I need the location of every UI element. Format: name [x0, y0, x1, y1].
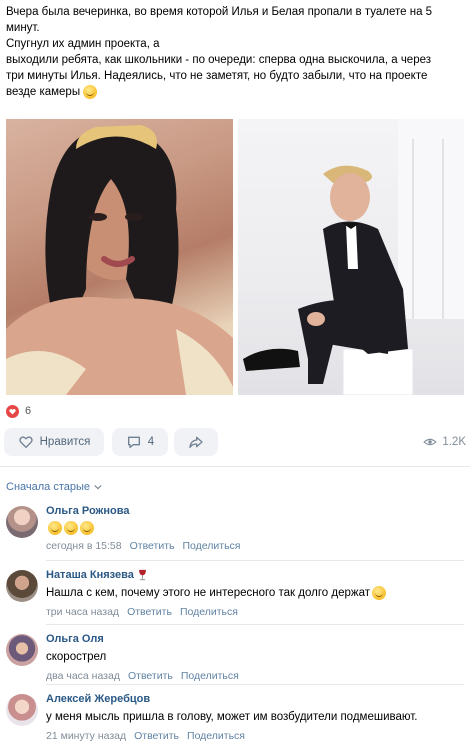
wine-glass-icon	[138, 569, 146, 581]
photo-woman[interactable]	[6, 119, 233, 395]
reply-link[interactable]: Ответить	[134, 729, 179, 743]
share-link[interactable]: Поделиться	[183, 539, 241, 553]
post-line-last: везде камеры	[6, 84, 466, 100]
comment-meta: два часа назад Ответить Поделиться	[46, 669, 466, 683]
comment-time[interactable]: 21 минуту назад	[46, 729, 126, 743]
comment-author[interactable]: Ольга Оля	[46, 632, 466, 646]
heart-icon	[6, 404, 19, 418]
comment-button[interactable]: 4	[112, 428, 168, 456]
smiling-face-emoji	[83, 84, 98, 99]
emoji	[80, 521, 94, 535]
comment-body: Наташа Князева Нашла с кем, почему этого…	[46, 568, 466, 619]
comment-meta: 21 минуту назад Ответить Поделиться	[46, 729, 466, 743]
comment-icon	[127, 436, 140, 448]
eye-icon	[423, 438, 438, 446]
avatar[interactable]	[6, 634, 38, 666]
comment-body: Ольга Рожнова сегодня в 15:58 Ответить П…	[46, 504, 466, 553]
comment-time[interactable]: два часа назад	[46, 669, 120, 683]
post-line: минут.	[6, 22, 40, 34]
heart-outline-icon	[18, 436, 33, 449]
comment-time[interactable]: сегодня в 15:58	[46, 539, 122, 553]
avatar[interactable]	[6, 694, 38, 726]
emoji	[64, 521, 78, 535]
comment-author[interactable]: Алексей Жеребцов	[46, 692, 466, 706]
post-actions: Нравится 4 1.2K	[4, 428, 466, 456]
like-label: Нравится	[39, 436, 91, 448]
reactions-count: 6	[25, 405, 32, 417]
emoji	[48, 521, 62, 535]
comment-text: скорострел	[46, 651, 107, 663]
share-button[interactable]	[174, 428, 218, 456]
comment-text	[46, 521, 466, 535]
post-line: Спугнул их админ проекта, а	[6, 38, 160, 50]
comment-text: Нашла с кем, почему этого не интересного…	[46, 585, 466, 601]
post-photos	[6, 119, 464, 395]
share-link[interactable]: Поделиться	[187, 729, 245, 743]
comments-sort[interactable]: Сначала старые	[6, 481, 102, 493]
avatar[interactable]	[6, 506, 38, 538]
post-line: три минуты Илья. Надеялись, что не замет…	[6, 70, 428, 82]
thinking-face-emoji	[371, 586, 386, 600]
chevron-down-icon	[94, 484, 102, 490]
comment-count: 4	[147, 436, 155, 448]
photo-woman-illustration	[6, 125, 233, 395]
views-count: 1.2K	[442, 436, 466, 448]
comment-meta: три часа назад Ответить Поделиться	[46, 605, 466, 619]
comment-time[interactable]: три часа назад	[46, 605, 119, 619]
divider	[0, 466, 470, 467]
comment-divider	[46, 684, 464, 685]
share-link[interactable]: Поделиться	[181, 669, 239, 683]
comment-divider	[46, 560, 464, 561]
reply-link[interactable]: Ответить	[127, 605, 172, 619]
post-line: Вчера была вечеринка, во время которой И…	[6, 6, 433, 18]
comment-meta: сегодня в 15:58 Ответить Поделиться	[46, 539, 466, 553]
comment-text: у меня мысль пришла в голову, может им в…	[46, 711, 418, 723]
sort-label: Сначала старые	[6, 481, 91, 493]
reactions-summary[interactable]: 6	[6, 402, 31, 420]
photo-man-illustration	[242, 119, 464, 395]
comment-body: Алексей Жеребцов у меня мысль пришла в г…	[46, 692, 466, 743]
share-link[interactable]: Поделиться	[180, 605, 238, 619]
reply-link[interactable]: Ответить	[130, 539, 175, 553]
post-text: Вчера была вечеринка, во время которой И…	[6, 4, 466, 100]
comment-body: Ольга Оля скорострел два часа назад Отве…	[46, 632, 466, 683]
reply-link[interactable]: Ответить	[128, 669, 173, 683]
post-line: выходили ребята, как школьники - по очер…	[6, 54, 432, 66]
like-button[interactable]: Нравится	[4, 428, 104, 456]
share-icon	[189, 436, 203, 448]
avatar[interactable]	[6, 570, 38, 602]
photo-man[interactable]	[237, 119, 464, 395]
comment-author[interactable]: Ольга Рожнова	[46, 504, 466, 518]
comment-author-row: Наташа Князева	[46, 568, 466, 582]
comment-author[interactable]: Наташа Князева	[46, 568, 134, 582]
comment-divider	[46, 624, 464, 625]
views-counter: 1.2K	[423, 428, 466, 456]
